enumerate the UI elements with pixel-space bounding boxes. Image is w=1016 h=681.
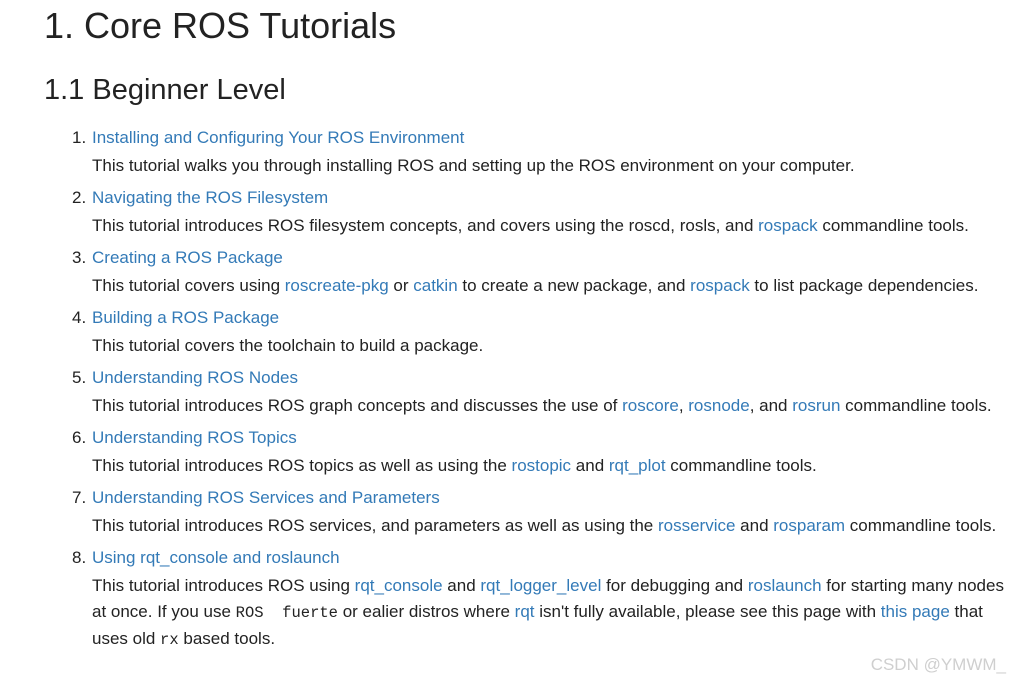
tutorial-description: This tutorial walks you through installi… xyxy=(92,152,1012,181)
tutorial-title-link[interactable]: Understanding ROS Topics xyxy=(92,423,1012,452)
tutorial-title-link[interactable]: Understanding ROS Nodes xyxy=(92,363,1012,392)
tutorial-description: This tutorial introduces ROS services, a… xyxy=(92,512,1012,541)
inline-link[interactable]: rosnode xyxy=(688,396,749,415)
tutorial-number: 6. xyxy=(72,428,87,447)
inline-link[interactable]: roscore xyxy=(622,396,679,415)
inline-code: rx xyxy=(160,631,179,649)
description-text: to list package dependencies. xyxy=(749,276,979,295)
inline-link[interactable]: rosparam xyxy=(773,516,845,535)
tutorial-item: 7. Understanding ROS Services and Paramet… xyxy=(44,483,1012,541)
inline-link[interactable]: rosrun xyxy=(792,396,840,415)
tutorial-item: 5. Understanding ROS Nodes This tutorial i… xyxy=(44,363,1012,421)
inline-link[interactable]: rqt xyxy=(515,602,535,621)
description-text: , and xyxy=(749,396,793,415)
tutorial-title-link[interactable]: Understanding ROS Services and Parameter… xyxy=(92,483,1012,512)
description-text: commandline tools. xyxy=(845,516,997,535)
tutorial-item: 6. Understanding ROS Topics This tutorial … xyxy=(44,423,1012,481)
tutorial-title-link[interactable]: Using rqt_console and roslaunch xyxy=(92,543,1012,572)
description-text: commandline tools. xyxy=(817,216,969,235)
tutorial-number: 4. xyxy=(72,308,87,327)
description-text: and xyxy=(571,456,609,475)
inline-link[interactable]: roscreate-pkg xyxy=(285,276,389,295)
tutorial-number: 2. xyxy=(72,188,87,207)
tutorial-page: 1. Core ROS Tutorials 1.1 Beginner Level… xyxy=(44,0,1012,657)
watermark: CSDN @YMWM_ xyxy=(870,655,1006,674)
description-text: This tutorial introduces ROS topics as w… xyxy=(92,456,512,475)
tutorial-number: 1. xyxy=(72,128,87,147)
inline-link[interactable]: catkin xyxy=(413,276,457,295)
tutorial-title-link[interactable]: Navigating the ROS Filesystem xyxy=(92,183,1012,212)
description-text: This tutorial walks you through installi… xyxy=(92,156,855,175)
description-text: This tutorial introduces ROS using xyxy=(92,576,355,595)
inline-link[interactable]: rqt_logger_level xyxy=(480,576,601,595)
tutorial-title-link[interactable]: Installing and Configuring Your ROS Envi… xyxy=(92,123,1012,152)
tutorial-item: 2. Navigating the ROS Filesystem This tuto… xyxy=(44,183,1012,241)
tutorial-number: 3. xyxy=(72,248,87,267)
description-text: This tutorial covers the toolchain to bu… xyxy=(92,336,484,355)
tutorial-number: 5. xyxy=(72,368,87,387)
tutorial-title-link[interactable]: Creating a ROS Package xyxy=(92,243,1012,272)
tutorial-number: 7. xyxy=(72,488,87,507)
description-text: to create a new package, and xyxy=(457,276,691,295)
tutorial-description: This tutorial covers using roscreate-pkg… xyxy=(92,272,1012,301)
page-title: 1. Core ROS Tutorials xyxy=(44,5,397,46)
inline-code: ROS fuerte xyxy=(235,604,338,622)
description-text: This tutorial introduces ROS services, a… xyxy=(92,516,658,535)
inline-link[interactable]: rospack xyxy=(690,276,750,295)
description-text: and xyxy=(442,576,481,595)
tutorial-description: This tutorial introduces ROS topics as w… xyxy=(92,452,1012,481)
inline-link[interactable]: rospack xyxy=(758,216,818,235)
description-text: based tools. xyxy=(178,629,276,648)
section-title: 1.1 Beginner Level xyxy=(44,74,286,106)
tutorial-title-link[interactable]: Building a ROS Package xyxy=(92,303,1012,332)
description-text: commandline tools. xyxy=(665,456,817,475)
inline-link[interactable]: roslaunch xyxy=(748,576,822,595)
description-text: or ealier distros where xyxy=(337,602,515,621)
tutorial-item: 4. Building a ROS Package This tutorial co… xyxy=(44,303,1012,361)
description-text: , xyxy=(678,396,689,415)
inline-link[interactable]: rostopic xyxy=(512,456,572,475)
description-text: or xyxy=(388,276,414,295)
inline-link[interactable]: rqt_plot xyxy=(609,456,666,475)
description-text: and xyxy=(735,516,774,535)
tutorial-number: 8. xyxy=(72,548,87,567)
description-text: commandline tools. xyxy=(840,396,992,415)
tutorial-description: This tutorial introduces ROS graph conce… xyxy=(92,392,1012,421)
inline-link[interactable]: rosservice xyxy=(658,516,735,535)
description-text: This tutorial covers using xyxy=(92,276,285,295)
tutorial-item: 3. Creating a ROS Package This tutorial co… xyxy=(44,243,1012,301)
tutorial-description: This tutorial introduces ROS using rqt_c… xyxy=(92,572,1012,655)
tutorial-description: This tutorial introduces ROS filesystem … xyxy=(92,212,1012,241)
tutorial-description: This tutorial covers the toolchain to bu… xyxy=(92,332,1012,361)
inline-link[interactable]: this page xyxy=(881,602,950,621)
tutorial-item: 8. Using rqt_console and roslaunch This tu… xyxy=(44,543,1012,655)
description-text: for debugging and xyxy=(601,576,748,595)
description-text: isn't fully available, please see this p… xyxy=(534,602,881,621)
inline-link[interactable]: rqt_console xyxy=(355,576,443,595)
description-text: This tutorial introduces ROS filesystem … xyxy=(92,216,759,235)
tutorial-item: 1. Installing and Configuring Your ROS En… xyxy=(44,123,1012,181)
description-text: This tutorial introduces ROS graph conce… xyxy=(92,396,623,415)
tutorial-list: 1. Installing and Configuring Your ROS En… xyxy=(44,123,1012,655)
